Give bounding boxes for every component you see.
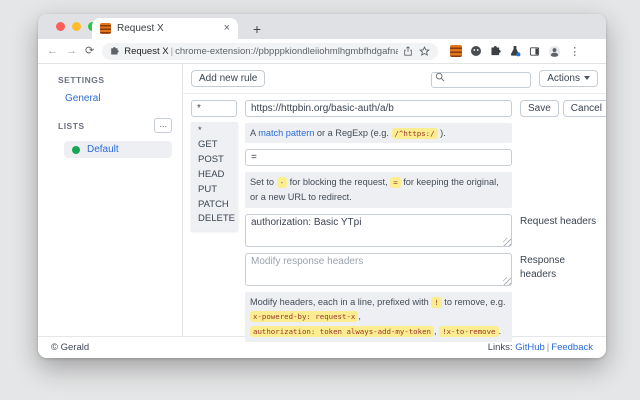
method-option[interactable]: POST <box>191 153 238 168</box>
cancel-button[interactable]: Cancel <box>563 100 606 117</box>
request-x-extension-icon[interactable] <box>450 45 462 57</box>
method-dropdown: * GET POST HEAD PUT PATCH DELETE <box>191 122 238 232</box>
address-text: Request X|chrome-extension://pbpppkiondl… <box>124 46 398 57</box>
tab-title: Request X <box>117 23 218 34</box>
extensions-puzzle-icon[interactable] <box>490 46 501 57</box>
forward-icon[interactable]: → <box>66 46 77 57</box>
traffic-lights <box>56 22 97 31</box>
rules-toolbar: Add new rule Actions <box>183 64 606 94</box>
list-status-dot-icon <box>72 146 80 154</box>
side-panel-icon[interactable] <box>529 46 540 57</box>
lists-menu-button[interactable]: ... <box>154 118 172 133</box>
method-input[interactable] <box>191 100 237 117</box>
chevron-down-icon <box>584 76 590 80</box>
profile-avatar[interactable] <box>548 45 561 58</box>
redirect-input[interactable] <box>245 149 512 166</box>
reload-icon[interactable]: ⟳ <box>85 46 94 57</box>
github-link[interactable]: GitHub <box>515 342 545 353</box>
headers-help-text: Modify headers, each in a line, prefixed… <box>245 292 512 342</box>
actions-button[interactable]: Actions <box>539 70 598 87</box>
method-option[interactable]: DELETE <box>191 212 238 227</box>
devtools-flask-icon[interactable] <box>509 45 521 57</box>
copyright-text: © Gerald <box>51 342 89 353</box>
browser-toolbar: ← → ⟳ Request X|chrome-extension://pbppp… <box>38 39 606 64</box>
bookmark-star-icon[interactable] <box>419 46 430 57</box>
options-page: SETTINGS General LISTS ... Default Add n… <box>38 64 606 336</box>
settings-header: SETTINGS <box>58 75 172 85</box>
extension-avatar-icon[interactable] <box>470 45 482 57</box>
match-pattern-link[interactable]: match pattern <box>258 128 314 138</box>
list-item-label: Default <box>87 144 119 155</box>
url-help-text: A match pattern or a RegExp (e.g. /^http… <box>245 123 512 144</box>
address-bar[interactable]: Request X|chrome-extension://pbpppkiondl… <box>102 43 438 60</box>
footer-links: Links: GitHub|Feedback <box>488 342 593 353</box>
request-headers-textarea[interactable]: authorization: Basic YTpi <box>245 214 512 247</box>
regexp-code-sample: /^https:/ <box>392 128 438 139</box>
browser-menu-icon[interactable]: ⋮ <box>569 45 580 58</box>
rule-editor: Save Cancel A match pattern or a RegExp … <box>183 94 606 342</box>
keep-code-sample: = <box>390 177 400 188</box>
response-headers-textarea[interactable] <box>245 253 512 286</box>
tab-close-icon[interactable]: × <box>224 23 230 34</box>
browser-window: Request X × + ← → ⟳ Request X|chrome-ext… <box>38 14 606 358</box>
block-code-sample: - <box>277 177 287 188</box>
sidebar: SETTINGS General LISTS ... Default <box>38 64 183 336</box>
search-icon <box>435 72 445 82</box>
header-code-sample-2: authorization: token always-add-my-token <box>250 326 434 337</box>
browser-tab[interactable]: Request X × <box>92 18 238 39</box>
back-icon[interactable]: ← <box>47 46 58 57</box>
search-input[interactable] <box>431 72 531 88</box>
redirect-help-text: Set to - for blocking the request, = for… <box>245 172 512 207</box>
method-option[interactable]: * <box>191 124 238 139</box>
save-button[interactable]: Save <box>520 100 559 117</box>
request-headers-label: Request headers <box>520 214 598 229</box>
method-option[interactable]: PUT <box>191 183 238 198</box>
extension-puzzle-icon <box>110 47 119 56</box>
add-new-rule-button[interactable]: Add new rule <box>191 70 265 87</box>
url-input[interactable] <box>245 100 512 117</box>
method-option[interactable]: GET <box>191 138 238 153</box>
share-icon[interactable] <box>403 46 413 56</box>
sidebar-item-general[interactable]: General <box>65 93 172 104</box>
close-window-button[interactable] <box>56 22 65 31</box>
remove-prefix-code-sample: ! <box>431 297 441 308</box>
lists-header: LISTS <box>58 121 85 131</box>
header-code-sample-3: !x-to-remove <box>439 326 498 337</box>
method-option[interactable]: PATCH <box>191 198 238 213</box>
header-code-sample-1: x-powered-by: request-x <box>250 311 358 322</box>
main-panel: Add new rule Actions Save Cancel A match… <box>183 64 606 336</box>
feedback-link[interactable]: Feedback <box>551 342 593 353</box>
request-x-favicon-icon <box>100 23 111 34</box>
titlebar: Request X × + <box>38 14 606 39</box>
method-option[interactable]: HEAD <box>191 168 238 183</box>
rule-row: * https://github.com/* RES_HEADERS Edit … <box>183 356 606 358</box>
sidebar-item-default-list[interactable]: Default <box>64 141 172 158</box>
response-headers-label: Response headers <box>520 253 598 282</box>
minimize-window-button[interactable] <box>72 22 81 31</box>
new-tab-button[interactable]: + <box>248 21 266 37</box>
